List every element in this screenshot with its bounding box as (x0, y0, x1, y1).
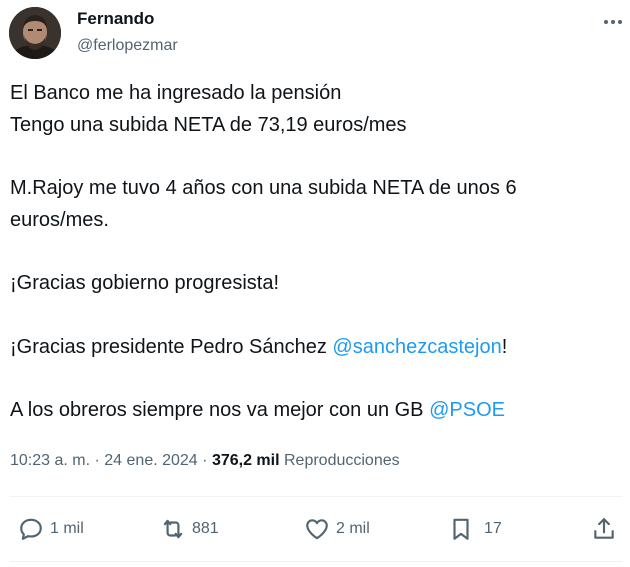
tweet-text-segment: ! (501, 335, 508, 358)
tweet-text: El Banco me ha ingresado la pensión Teng… (10, 78, 620, 427)
like-button[interactable]: 2 mil (304, 512, 370, 546)
tweet-text-segment: ¡Gracias presidente Pedro Sánchez (10, 335, 333, 358)
tweet-line: ¡Gracias presidente Pedro Sánchez @sanch… (10, 332, 620, 364)
tweet-line: A los obreros siempre nos va mejor con u… (10, 395, 620, 427)
more-options-icon (604, 20, 622, 24)
author-avatar[interactable] (9, 7, 61, 59)
more-options-button[interactable] (601, 12, 625, 32)
tweet-line: M.Rajoy me tuvo 4 años con una subida NE… (10, 177, 517, 199)
author-name[interactable]: Fernando (77, 9, 154, 29)
divider (10, 561, 622, 562)
bookmark-count: 17 (484, 520, 502, 537)
tweet-date-link[interactable]: 24 ene. 2024 (104, 452, 197, 469)
repost-count: 881 (192, 520, 219, 537)
mention-link-sanchezcastejon[interactable]: @sanchezcastejon (332, 336, 501, 358)
tweet-text-segment: A los obreros siempre nos va mejor con u… (10, 399, 430, 421)
reply-icon (20, 518, 42, 540)
tweet-line: El Banco me ha ingresado la pensión (10, 82, 342, 104)
bookmark-button[interactable]: 17 (448, 512, 502, 546)
share-icon (594, 518, 614, 539)
tweet-time-link[interactable]: 10:23 a. m. (10, 452, 90, 469)
bookmark-icon (453, 518, 469, 540)
avatar-photo (9, 7, 61, 59)
meta-separator: · (94, 452, 100, 469)
tweet-line: ¡Gracias gobierno progresista! (10, 272, 280, 294)
divider (10, 496, 622, 497)
repost-button[interactable]: 881 (160, 512, 219, 546)
repost-icon (163, 519, 183, 539)
mention-link-psoe[interactable]: @PSOE (429, 399, 505, 421)
meta-separator: · (202, 452, 208, 469)
views-count: 376,2 mil (211, 452, 280, 469)
like-icon (306, 519, 328, 540)
like-count: 2 mil (336, 520, 370, 537)
tweet-line: euros/mes. (10, 208, 109, 231)
views-label: Reproducciones (284, 452, 400, 469)
share-button[interactable] (591, 512, 617, 546)
tweet-line: Tengo una subida NETA de 73,19 euros/mes (10, 113, 407, 136)
author-handle[interactable]: @ferlopezmar (77, 37, 178, 55)
reply-count: 1 mil (50, 520, 84, 537)
tweet-meta: 10:23 a. m. · 24 ene. 2024 · 376,2 mil R… (10, 452, 400, 470)
reply-button[interactable]: 1 mil (18, 512, 84, 546)
